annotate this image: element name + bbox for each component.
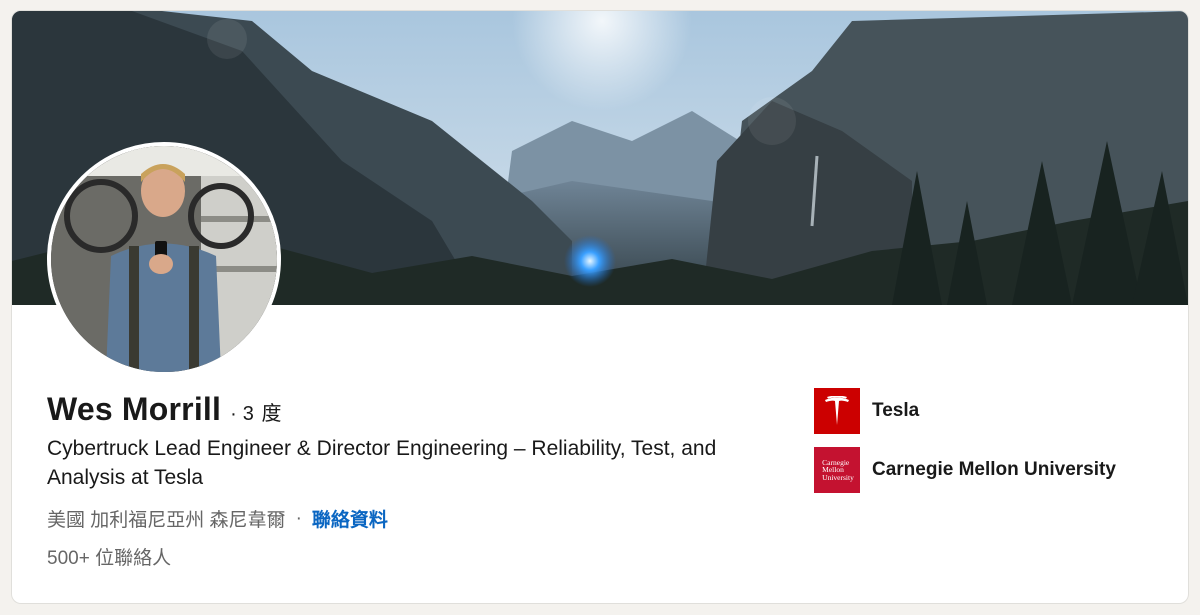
location-separator: · bbox=[295, 507, 302, 529]
org-item-tesla[interactable]: Tesla bbox=[814, 387, 1116, 435]
contact-info-link[interactable]: 聯絡資料 bbox=[312, 505, 388, 532]
location-row: 美國 加利福尼亞州 森尼韋爾 · 聯絡資料 bbox=[47, 505, 388, 532]
profile-name-row: Wes Morrill · 3 度 bbox=[47, 391, 282, 428]
profile-card: Wes Morrill · 3 度 Cybertruck Lead Engine… bbox=[12, 11, 1188, 603]
degree-separator: · bbox=[230, 403, 237, 425]
tesla-logo-icon bbox=[814, 388, 860, 434]
profile-avatar[interactable] bbox=[47, 142, 281, 376]
connection-degree: 3 度 bbox=[242, 403, 283, 425]
org-item-cmu[interactable]: Carnegie Mellon University Carnegie Mell… bbox=[814, 446, 1116, 494]
cmu-logo-icon: Carnegie Mellon University bbox=[814, 447, 860, 493]
profile-name: Wes Morrill bbox=[47, 391, 222, 427]
connections-count[interactable]: 500+ 位聯絡人 bbox=[47, 543, 171, 570]
org-name-tesla: Tesla bbox=[872, 400, 920, 421]
profile-organizations: Tesla Carnegie Mellon University Carnegi… bbox=[814, 387, 1116, 505]
profile-headline: Cybertruck Lead Engineer & Director Engi… bbox=[47, 437, 717, 489]
org-name-cmu: Carnegie Mellon University bbox=[872, 459, 1116, 480]
profile-location: 美國 加利福尼亞州 森尼韋爾 bbox=[47, 510, 286, 531]
cmu-logo-line-3: University bbox=[822, 472, 854, 482]
